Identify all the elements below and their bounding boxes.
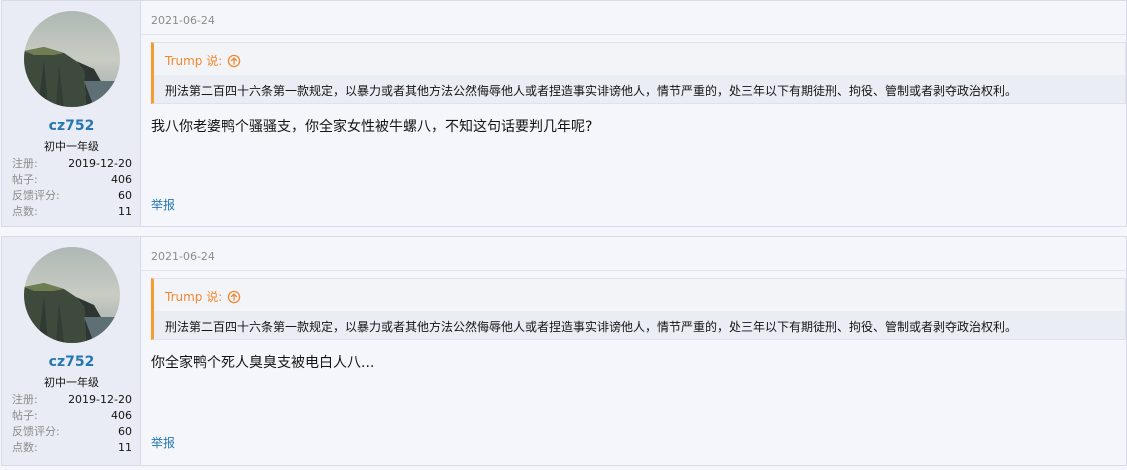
stat-value: 406 [111,173,132,186]
quote-text: 刑法第二百四十六条第一款规定，以暴力或者其他方法公然侮辱他人或者捏造事实诽谤他人… [154,75,1125,103]
avatar[interactable] [24,247,120,343]
stat-value: 406 [111,409,132,422]
stat-value: 2019-12-20 [68,393,132,406]
stat-value: 11 [118,441,132,454]
username-link[interactable]: cz752 [2,118,141,134]
stat-value: 60 [118,425,132,438]
post-date[interactable]: 2021-06-24 [151,250,215,263]
quote-text: 刑法第二百四十六条第一款规定，以暴力或者其他方法公然侮辱他人或者捏造事实诽谤他人… [154,311,1125,339]
avatar[interactable] [24,11,120,107]
quote-author[interactable]: Trump 说: [165,288,222,305]
stat-key: 点数: [12,205,38,218]
stat-key: 反馈评分: [12,425,60,438]
quote-header[interactable]: Trump 说: [165,288,241,305]
stat-key: 帖子: [12,173,38,186]
stat-posts: 帖子: 406 [12,408,132,424]
username-link[interactable]: cz752 [2,354,141,370]
quote-author[interactable]: Trump 说: [165,52,222,69]
quote-header[interactable]: Trump 说: [165,52,241,69]
stat-points: 点数: 11 [12,440,132,456]
arrow-up-circle-icon[interactable] [227,290,241,304]
stat-feedback: 反馈评分: 60 [12,188,132,204]
post-main: 2021-06-24 Trump 说: 刑法第二百四十六条第一款规定，以暴力或者… [141,237,1126,465]
stat-value: 2019-12-20 [68,157,132,170]
cliff-landscape-avatar [24,247,120,343]
user-pane: cz752 初中一年级 注册: 2019-12-20 帖子: 406 反馈评分:… [2,1,141,226]
stat-key: 帖子: [12,409,38,422]
user-stats: 注册: 2019-12-20 帖子: 406 反馈评分: 60 点数: 11 [12,392,132,456]
post: cz752 初中一年级 注册: 2019-12-20 帖子: 406 反馈评分:… [1,236,1127,466]
stat-posts: 帖子: 406 [12,172,132,188]
quote-block: Trump 说: 刑法第二百四十六条第一款规定，以暴力或者其他方法公然侮辱他人或… [151,278,1126,340]
stat-value: 60 [118,189,132,202]
user-pane: cz752 初中一年级 注册: 2019-12-20 帖子: 406 反馈评分:… [2,237,141,465]
cliff-landscape-avatar [24,11,120,107]
user-stats: 注册: 2019-12-20 帖子: 406 反馈评分: 60 点数: 11 [12,156,132,220]
user-title: 初中一年级 [44,376,99,389]
stat-feedback: 反馈评分: 60 [12,424,132,440]
arrow-up-circle-icon[interactable] [227,54,241,68]
post-content: 你全家鸭个死人臭臭支被电白人八... [151,355,375,371]
stat-key: 注册: [12,157,38,170]
post-main: 2021-06-24 Trump 说: 刑法第二百四十六条第一款规定，以暴力或者… [141,1,1126,226]
quote-block: Trump 说: 刑法第二百四十六条第一款规定，以暴力或者其他方法公然侮辱他人或… [151,42,1126,104]
user-title: 初中一年级 [44,140,99,153]
post-date[interactable]: 2021-06-24 [151,14,215,27]
stat-registered: 注册: 2019-12-20 [12,156,132,172]
stat-value: 11 [118,205,132,218]
stat-key: 反馈评分: [12,189,60,202]
stat-points: 点数: 11 [12,204,132,220]
post-content: 我八你老婆鸭个骚骚支，你全家女性被牛螺八，不知这句话要判几年呢? [151,119,593,135]
stat-key: 注册: [12,393,38,406]
report-link[interactable]: 举报 [151,434,175,451]
divider [141,34,1126,35]
report-link[interactable]: 举报 [151,196,175,213]
divider [141,270,1126,271]
stat-key: 点数: [12,441,38,454]
stat-registered: 注册: 2019-12-20 [12,392,132,408]
post: cz752 初中一年级 注册: 2019-12-20 帖子: 406 反馈评分:… [1,0,1127,227]
